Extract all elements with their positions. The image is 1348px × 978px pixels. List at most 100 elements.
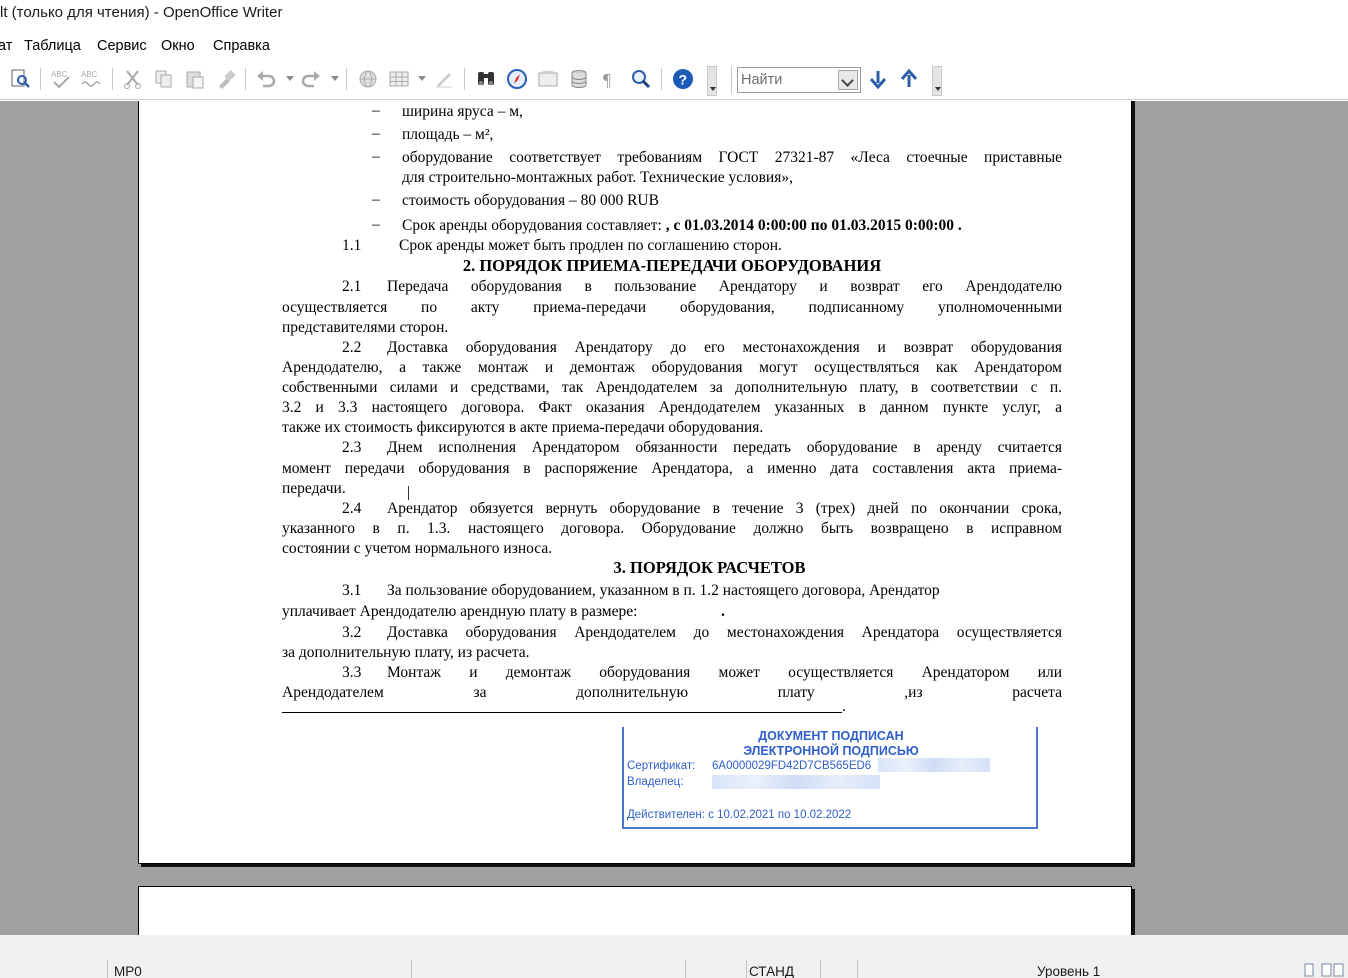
find-input[interactable] bbox=[741, 70, 836, 90]
find-replace-icon[interactable] bbox=[475, 68, 497, 90]
find-next-icon[interactable] bbox=[867, 68, 889, 90]
multi-page-view-icon[interactable] bbox=[1321, 963, 1345, 977]
status-divider bbox=[746, 960, 747, 978]
clause-3-1-line2: уплачивает Арендодателю арендную плату в… bbox=[282, 603, 638, 620]
redo-dropdown[interactable] bbox=[331, 76, 339, 81]
clause-2-3-line3: передачи. bbox=[282, 480, 346, 497]
status-divider bbox=[685, 960, 686, 978]
clause-2-1-line3: представителями сторон. bbox=[282, 319, 449, 336]
bullet-marker: – bbox=[372, 191, 380, 208]
page-preview-icon[interactable] bbox=[9, 68, 31, 90]
rental-term-label: Срок аренды оборудования составляет: bbox=[402, 217, 666, 234]
paste-icon[interactable] bbox=[184, 68, 206, 90]
status-insert-mode[interactable]: СТАНД bbox=[749, 964, 794, 978]
bullet-gost-line2: для строительно-монтажных работ. Техниче… bbox=[402, 169, 793, 186]
table-icon[interactable] bbox=[388, 68, 410, 90]
clause-3-1-line1: За пользование оборудованием, указанном … bbox=[387, 582, 940, 599]
menu-bar: ат Таблица Сервис Окно Справка bbox=[0, 34, 1348, 60]
find-toolbar-search[interactable] bbox=[737, 67, 861, 93]
format-paintbrush-icon[interactable] bbox=[215, 68, 237, 90]
toolbar-separator bbox=[731, 66, 732, 94]
menu-format[interactable]: ат bbox=[0, 38, 12, 54]
clause-2-4-number: 2.4 bbox=[342, 500, 362, 517]
draw-functions-icon[interactable] bbox=[433, 68, 455, 90]
clause-2-4-line1: Арендатор обязуется вернуть оборудование… bbox=[387, 500, 1062, 517]
single-page-view-icon[interactable] bbox=[1302, 963, 1316, 977]
stamp-title-line2: ЭЛЕКТРОННОЙ ПОДПИСЬЮ bbox=[743, 744, 919, 758]
clause-3-3-line2: Арендодателем за дополнительную плату ,и… bbox=[282, 684, 1062, 701]
data-sources-icon[interactable] bbox=[568, 68, 590, 90]
svg-text:ABC: ABC bbox=[81, 70, 98, 79]
undo-dropdown[interactable] bbox=[286, 76, 294, 81]
svg-text:¶: ¶ bbox=[603, 70, 611, 90]
clause-2-4-line3: состоянии с учетом нормального износа. bbox=[282, 540, 553, 557]
svg-text:ABC: ABC bbox=[51, 70, 68, 79]
status-bar: МР0 СТАНД Уровень 1 bbox=[0, 935, 1348, 978]
clause-2-2-line2: Арендодателю, а также монтаж и демонтаж … bbox=[282, 359, 1062, 376]
clause-2-4-line2: указанного в п. 1.3. настоящего договора… bbox=[282, 520, 1062, 537]
bullet-marker: – bbox=[372, 102, 380, 119]
table-dropdown[interactable] bbox=[418, 76, 426, 81]
stamp-title-line1: ДОКУМЕНТ ПОДПИСАН bbox=[758, 729, 904, 743]
status-outline-level: Уровень 1 bbox=[1037, 964, 1101, 978]
clause-3-2-number: 3.2 bbox=[342, 624, 362, 641]
cut-icon[interactable] bbox=[122, 68, 144, 90]
stamp-owner-label: Владелец: bbox=[627, 776, 684, 788]
toolbar-separator bbox=[245, 68, 246, 90]
bullet-marker: – bbox=[372, 148, 380, 165]
clause-1-1-number: 1.1 bbox=[342, 237, 362, 254]
bullet-gost-line1: оборудование соответствует требованиям Г… bbox=[402, 149, 1062, 166]
redacted-owner-name bbox=[712, 775, 880, 789]
find-previous-icon[interactable] bbox=[898, 68, 920, 90]
undo-icon[interactable] bbox=[255, 68, 277, 90]
bullet-marker: – bbox=[372, 125, 380, 142]
rental-term-dates: , с 01.03.2014 0:00:00 по 01.03.2015 0:0… bbox=[665, 217, 962, 234]
clause-3-2-line2: за дополнительную плату, из расчета. bbox=[282, 644, 530, 661]
copy-icon[interactable] bbox=[153, 68, 175, 90]
navigator-icon[interactable] bbox=[506, 68, 528, 90]
clause-2-3-line1: Днем исполнения Арендатором обязанности … bbox=[387, 439, 1062, 456]
menu-help[interactable]: Справка bbox=[213, 38, 270, 54]
clause-3-3-end: . bbox=[842, 698, 846, 715]
redo-icon[interactable] bbox=[300, 68, 322, 90]
section-2-heading: 2. ПОРЯДОК ПРИЕМА-ПЕРЕДАЧИ ОБОРУДОВАНИЯ bbox=[462, 256, 882, 275]
status-divider bbox=[857, 960, 858, 978]
clause-2-1-line2: осуществляется по акту приема-передачи о… bbox=[282, 299, 1062, 316]
toolbar-separator bbox=[346, 68, 347, 90]
clause-3-3-line1: Монтаж и демонтаж оборудования может осу… bbox=[387, 664, 1062, 681]
nonprinting-characters-icon[interactable]: ¶ bbox=[599, 68, 621, 90]
bullet-rental-term: Срок аренды оборудования составляет: , с… bbox=[402, 216, 962, 236]
clause-3-3-number: 3.3 bbox=[342, 664, 362, 681]
zoom-icon[interactable] bbox=[630, 68, 652, 90]
status-divider bbox=[411, 960, 412, 978]
clause-2-2-line1: Доставка оборудования Арендатору до его … bbox=[387, 339, 1062, 356]
status-page-style[interactable]: МР0 bbox=[114, 964, 142, 978]
gallery-icon[interactable] bbox=[537, 68, 559, 90]
window-title: lt (только для чтения) - OpenOffice Writ… bbox=[0, 4, 283, 21]
spellcheck-icon[interactable]: ABC bbox=[50, 68, 72, 90]
stamp-certificate-label: Сертификат: bbox=[627, 760, 696, 772]
hyperlink-icon[interactable] bbox=[357, 68, 379, 90]
clause-3-2-line1: Доставка оборудования Арендодателем до м… bbox=[387, 624, 1062, 641]
bullet-cost: стоимость оборудования – 80 000 RUB bbox=[402, 192, 659, 209]
clause-2-1-number: 2.1 bbox=[342, 278, 362, 295]
clause-2-2-number: 2.2 bbox=[342, 339, 362, 356]
svg-text:?: ? bbox=[679, 72, 688, 88]
clause-2-3-number: 2.3 bbox=[342, 439, 362, 456]
autospellcheck-icon[interactable]: ABC bbox=[80, 68, 102, 90]
document-page-2[interactable] bbox=[138, 886, 1132, 935]
toolbar-separator bbox=[40, 68, 41, 90]
section-3-heading: 3. ПОРЯДОК РАСЧЕТОВ bbox=[613, 558, 806, 577]
find-toolbar-overflow-grip[interactable] bbox=[932, 66, 942, 96]
help-icon[interactable]: ? bbox=[672, 68, 694, 90]
toolbar-overflow-grip[interactable] bbox=[707, 66, 717, 96]
status-divider bbox=[820, 960, 821, 978]
menu-window[interactable]: Окно bbox=[161, 38, 195, 54]
find-history-dropdown[interactable] bbox=[838, 70, 858, 90]
menu-tools[interactable]: Сервис bbox=[97, 38, 147, 54]
menu-table[interactable]: Таблица bbox=[24, 38, 81, 54]
clause-3-1-amount-end: . bbox=[721, 603, 725, 620]
clause-3-1-number: 3.1 bbox=[342, 582, 362, 599]
status-divider bbox=[107, 960, 108, 978]
clause-2-1-line1: Передача оборудования в пользование Арен… bbox=[387, 278, 1062, 295]
